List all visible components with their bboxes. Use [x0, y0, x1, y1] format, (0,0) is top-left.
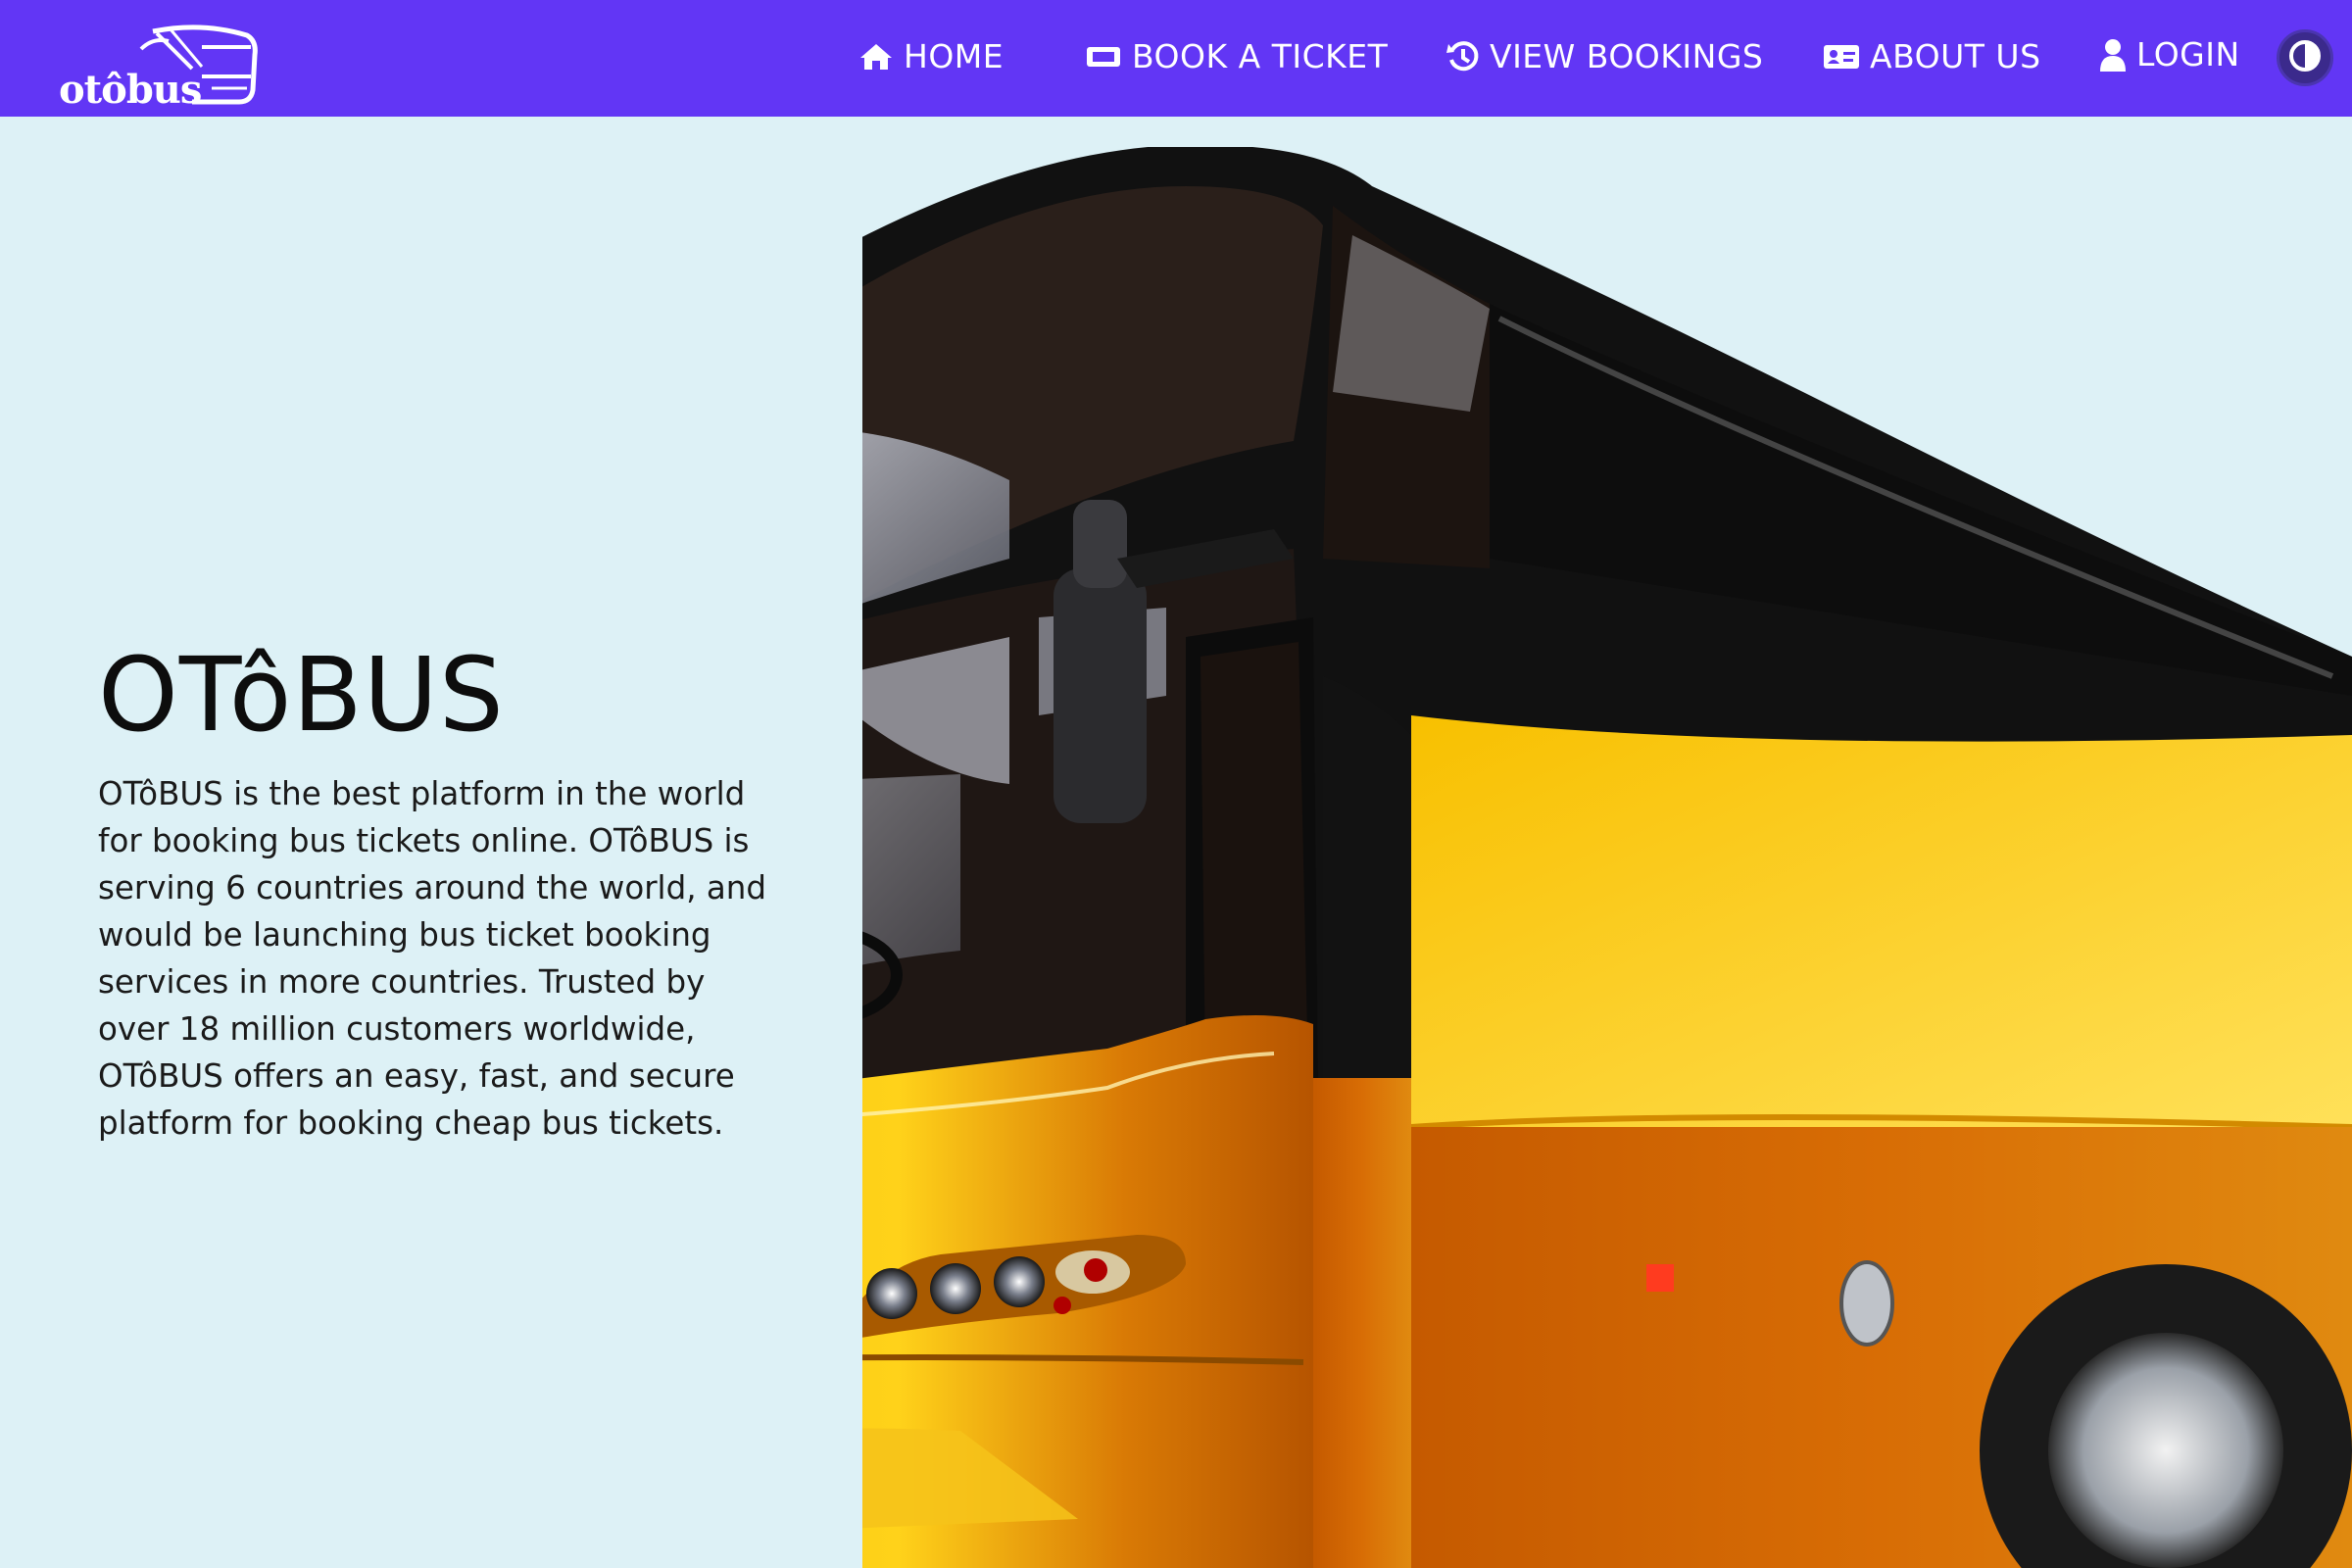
nav-home-label: HOME	[904, 37, 1004, 75]
brand-name: otôbus	[59, 67, 202, 113]
brand-logo[interactable]: otôbus	[55, 12, 270, 113]
nav-view-bookings[interactable]: VIEW BOOKINGS	[1446, 37, 1763, 75]
user-icon	[2099, 38, 2127, 72]
nav-book-ticket[interactable]: BOOK A TICKET	[1085, 37, 1388, 75]
nav-login[interactable]: LOGIN	[2099, 35, 2240, 74]
nav-about-us[interactable]: ABOUT US	[1823, 37, 2041, 75]
nav-about-label: ABOUT US	[1870, 37, 2041, 75]
ticket-icon	[1085, 42, 1122, 72]
navbar: otôbus HOME BOOK A TICKET VIEW BOOKINGS …	[0, 0, 2352, 117]
history-icon	[1446, 40, 1480, 74]
nav-home[interactable]: HOME	[858, 37, 1004, 75]
nav-book-label: BOOK A TICKET	[1132, 37, 1389, 75]
nav-view-label: VIEW BOOKINGS	[1490, 37, 1764, 75]
theme-toggle-button[interactable]	[2277, 29, 2333, 86]
hero-title: OTôBUS	[98, 635, 505, 755]
contrast-icon	[2288, 39, 2322, 76]
hero-description: OTôBUS is the best platform in the world…	[98, 775, 767, 1142]
bus-illustration	[862, 147, 2352, 1568]
nav-login-label: LOGIN	[2136, 35, 2240, 74]
home-icon	[858, 42, 894, 72]
id-card-icon	[1823, 42, 1860, 72]
